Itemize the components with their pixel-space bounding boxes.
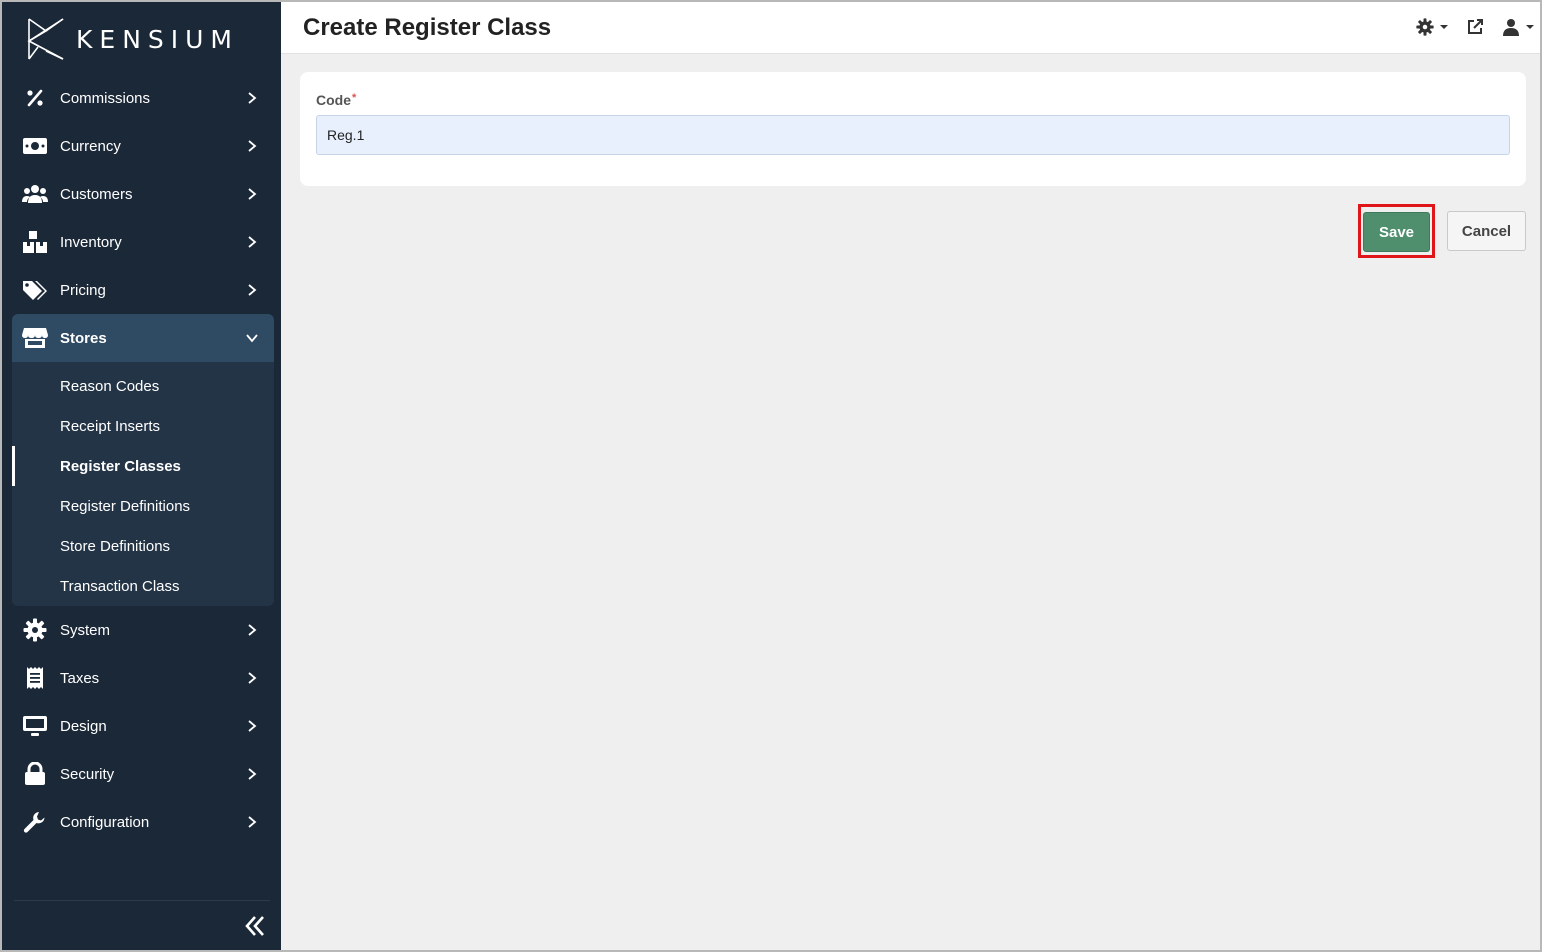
submenu-item-transaction-class[interactable]: Transaction Class — [12, 566, 274, 606]
chevron-right-icon — [248, 236, 257, 248]
sidebar-item-label: System — [60, 621, 111, 639]
sidebar-item-pricing[interactable]: Pricing — [12, 266, 274, 314]
submenu-item-reason-codes[interactable]: Reason Codes — [12, 366, 274, 406]
caret-down-icon — [1440, 25, 1448, 29]
sidebar-item-label: Customers — [60, 185, 133, 203]
user-menu-dropdown[interactable] — [1502, 18, 1534, 36]
sidebar-item-commissions[interactable]: Commissions — [12, 74, 274, 122]
stores-submenu: Reason Codes Receipt Inserts Register Cl… — [12, 362, 274, 606]
sidebar-item-label: Configuration — [60, 813, 150, 831]
save-button[interactable]: Save — [1363, 212, 1430, 252]
app-window: KENSIUM Commissions Currency Customers I… — [0, 0, 1542, 952]
sidebar-item-label: Stores — [60, 329, 107, 347]
sidebar-item-label: Commissions — [60, 89, 151, 107]
tags-icon — [22, 277, 48, 303]
sidebar-item-security[interactable]: Security — [12, 750, 274, 798]
submenu-item-register-classes[interactable]: Register Classes — [12, 446, 274, 486]
external-link-icon — [1468, 19, 1483, 34]
cancel-button[interactable]: Cancel — [1447, 211, 1526, 251]
chevron-right-icon — [248, 672, 257, 684]
sidebar-item-stores[interactable]: Stores — [12, 314, 274, 362]
brand-name: KENSIUM — [76, 24, 240, 54]
gear-icon — [1416, 18, 1434, 36]
receipt-icon — [22, 665, 48, 691]
caret-down-icon — [1526, 25, 1534, 29]
store-icon — [22, 325, 48, 351]
chevron-right-icon — [248, 188, 257, 200]
submenu-item-store-definitions[interactable]: Store Definitions — [12, 526, 274, 566]
users-icon — [22, 181, 48, 207]
submenu-item-receipt-inserts[interactable]: Receipt Inserts — [12, 406, 274, 446]
boxes-icon — [22, 229, 48, 255]
user-icon — [1503, 19, 1519, 36]
chevron-right-icon — [248, 768, 257, 780]
chevron-right-icon — [248, 720, 257, 732]
sidebar-item-system[interactable]: System — [12, 606, 274, 654]
sidebar-footer — [14, 900, 270, 936]
money-bill-icon — [22, 133, 48, 159]
sidebar-item-label: Security — [60, 765, 115, 783]
gear-icon — [22, 617, 48, 643]
submenu-item-register-definitions[interactable]: Register Definitions — [12, 486, 274, 526]
sidebar: KENSIUM Commissions Currency Customers I… — [2, 2, 281, 950]
monitor-icon — [22, 713, 48, 739]
collapse-sidebar-icon[interactable] — [242, 913, 268, 939]
sidebar-item-label: Design — [60, 717, 107, 735]
open-external-button[interactable] — [1466, 18, 1484, 36]
chevron-right-icon — [248, 140, 257, 152]
sidebar-item-taxes[interactable]: Taxes — [12, 654, 274, 702]
code-label: Code* — [316, 92, 356, 108]
form-card: Code* — [300, 72, 1526, 186]
code-label-text: Code — [316, 92, 351, 108]
sidebar-item-inventory[interactable]: Inventory — [12, 218, 274, 266]
settings-dropdown[interactable] — [1416, 18, 1448, 36]
page-title: Create Register Class — [303, 14, 552, 41]
chevron-right-icon — [248, 816, 257, 828]
header-actions — [1398, 18, 1534, 36]
sidebar-nav: Commissions Currency Customers Inventory… — [12, 74, 274, 846]
required-marker: * — [352, 92, 357, 104]
sidebar-item-currency[interactable]: Currency — [12, 122, 274, 170]
wrench-icon — [22, 809, 48, 835]
sidebar-item-label: Currency — [60, 137, 121, 155]
sidebar-item-label: Inventory — [60, 233, 122, 251]
sidebar-item-label: Taxes — [60, 669, 100, 687]
top-header: Create Register Class — [281, 2, 1540, 54]
chevron-down-icon — [246, 334, 258, 343]
percent-icon — [22, 85, 48, 111]
sidebar-item-label: Pricing — [60, 281, 106, 299]
lock-icon — [22, 761, 48, 787]
sidebar-item-design[interactable]: Design — [12, 702, 274, 750]
chevron-right-icon — [248, 284, 257, 296]
sidebar-item-customers[interactable]: Customers — [12, 170, 274, 218]
chevron-right-icon — [248, 624, 257, 636]
chevron-right-icon — [248, 92, 257, 104]
code-input[interactable] — [316, 115, 1510, 155]
kensium-logo-icon — [27, 18, 64, 60]
logo[interactable]: KENSIUM — [26, 16, 239, 62]
sidebar-item-configuration[interactable]: Configuration — [12, 798, 274, 846]
